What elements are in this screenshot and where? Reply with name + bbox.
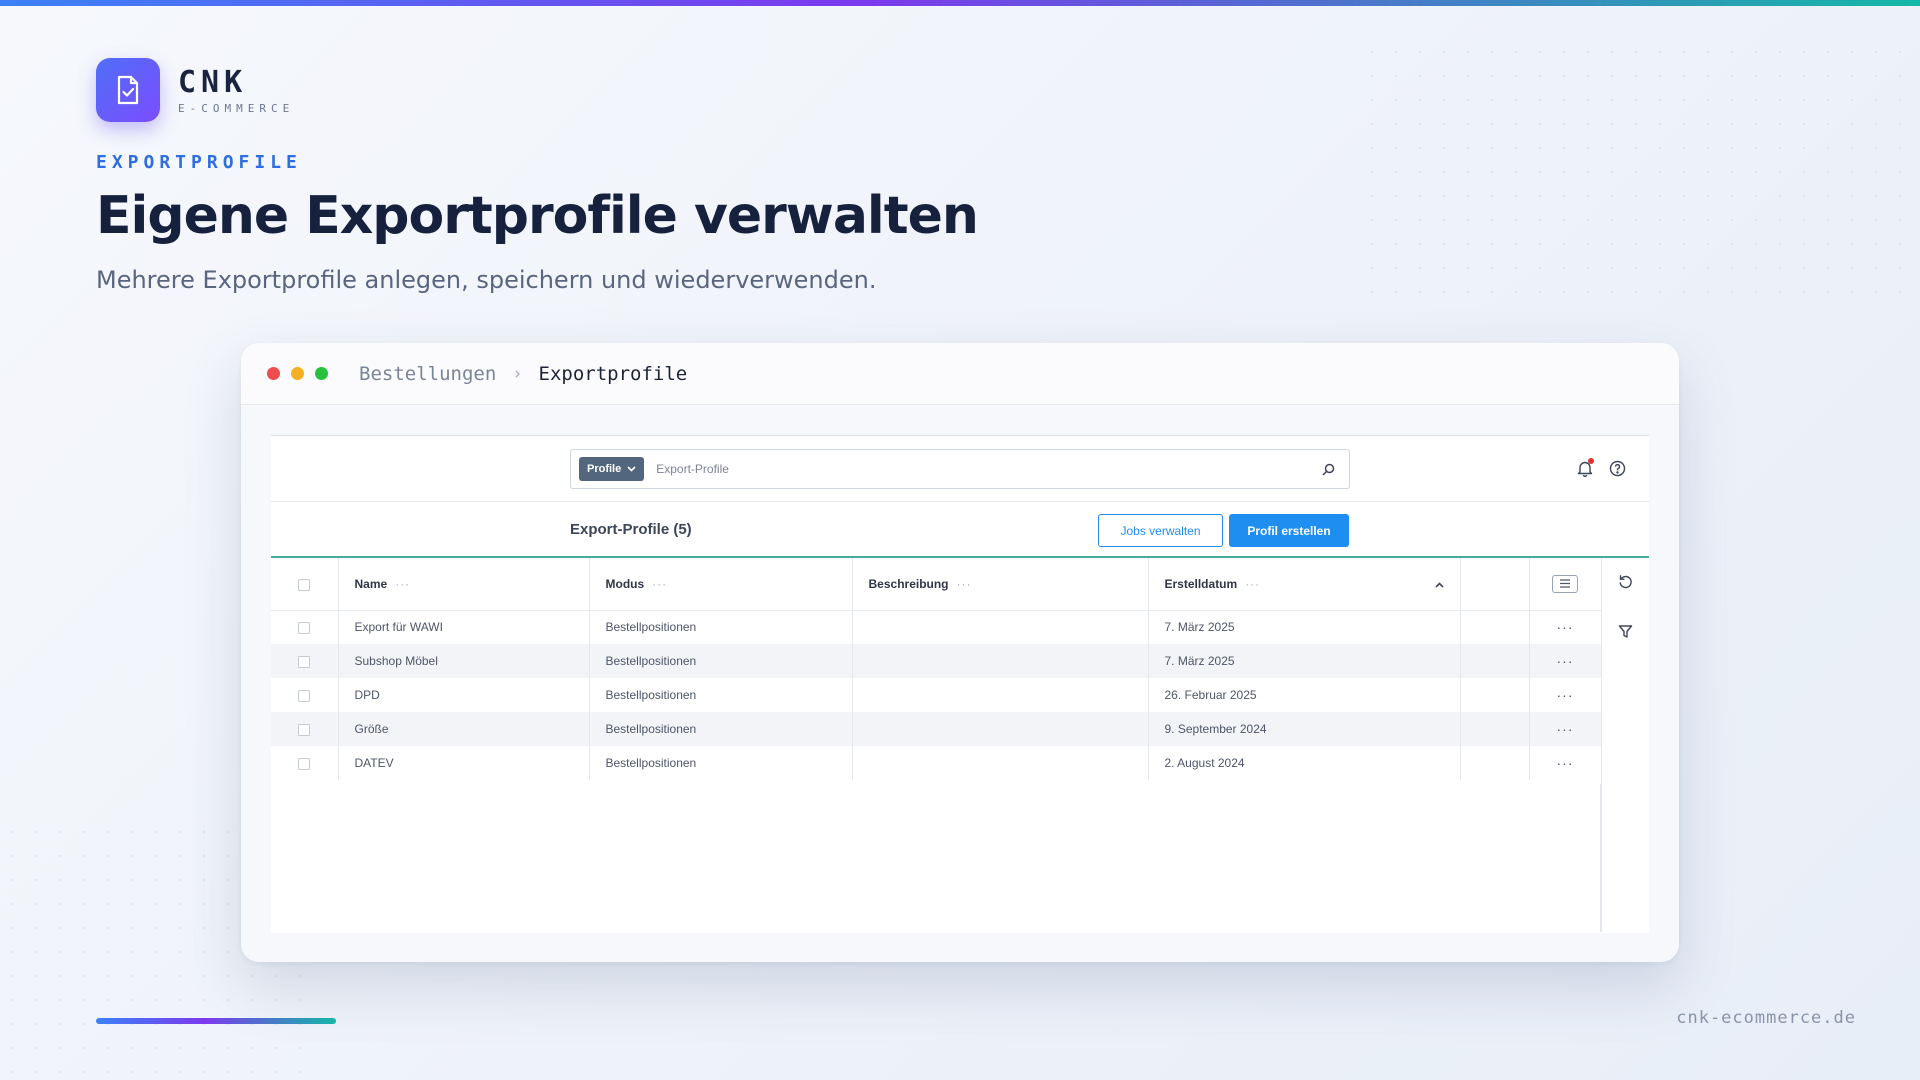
- manage-jobs-button[interactable]: Jobs verwalten: [1098, 514, 1223, 547]
- column-header-spacer: [1460, 558, 1530, 611]
- cell-mode: Bestellpositionen: [589, 610, 853, 644]
- app-topbar: Profile: [271, 436, 1649, 502]
- page-title: Eigene Exportprofile verwalten: [96, 186, 979, 246]
- table-header-row: Name ··· Modus ··· Beschreibung ··· Erstell…: [271, 558, 1602, 611]
- search-input[interactable]: [656, 462, 1313, 476]
- cell-created: 9. September 2024: [1148, 712, 1461, 746]
- column-settings-icon[interactable]: [1552, 574, 1578, 593]
- column-label: Modus: [605, 576, 645, 591]
- cell-mode: Bestellpositionen: [589, 678, 853, 712]
- brand-tagline: E-COMMERCE: [178, 101, 295, 115]
- table-row[interactable]: DPD Bestellpositionen 26. Februar 2025 ·…: [271, 678, 1602, 712]
- profiles-table: Name ··· Modus ··· Beschreibung ··· Erstell…: [271, 558, 1602, 780]
- row-actions-icon[interactable]: ···: [1557, 687, 1574, 703]
- cell-name: Export für WAWI: [338, 610, 590, 644]
- cell-mode: Bestellpositionen: [589, 644, 853, 678]
- list-title: Export-Profile (5): [570, 521, 692, 538]
- top-gradient-bar: [0, 0, 1920, 6]
- table-side-tools: [1601, 558, 1649, 932]
- cell-name: Größe: [338, 712, 590, 746]
- page-subtitle: Mehrere Exportprofile anlegen, speichern…: [96, 266, 877, 294]
- chevron-down-icon: [627, 466, 636, 472]
- column-label: Name: [354, 576, 388, 591]
- row-checkbox[interactable]: [298, 655, 311, 668]
- column-header-mode[interactable]: Modus ···: [589, 558, 853, 611]
- select-all-checkbox[interactable]: [298, 578, 311, 591]
- row-checkbox[interactable]: [298, 757, 311, 770]
- breadcrumb-current: Exportprofile: [538, 362, 688, 385]
- app-window: Bestellungen › Exportprofile Profile Exp…: [241, 343, 1679, 962]
- window-maximize-button[interactable]: [315, 367, 328, 380]
- cell-description: [852, 644, 1149, 678]
- section-eyebrow: EXPORTPROFILE: [96, 152, 302, 173]
- row-checkbox[interactable]: [298, 723, 311, 736]
- column-label: Beschreibung: [868, 576, 949, 591]
- column-options-icon[interactable]: ···: [395, 577, 410, 591]
- help-icon[interactable]: [1607, 458, 1627, 478]
- cell-description: [852, 678, 1149, 712]
- cell-description: [852, 610, 1149, 644]
- cell-created: 26. Februar 2025: [1148, 678, 1461, 712]
- window-close-button[interactable]: [267, 367, 280, 380]
- column-options-icon[interactable]: ···: [1245, 577, 1260, 591]
- row-actions-icon[interactable]: ···: [1557, 721, 1574, 737]
- cell-created: 2. August 2024: [1148, 746, 1461, 780]
- list-toolbar: Export-Profile (5) Jobs verwalten Profil…: [271, 502, 1649, 558]
- sort-ascending-icon[interactable]: [1434, 577, 1444, 591]
- column-header-created[interactable]: Erstelldatum ···: [1148, 558, 1461, 611]
- search-scope-label: Profile: [587, 463, 622, 475]
- column-options-icon[interactable]: ···: [957, 577, 972, 591]
- filter-icon[interactable]: [1618, 624, 1633, 644]
- cell-mode: Bestellpositionen: [589, 712, 853, 746]
- breadcrumb-parent[interactable]: Bestellungen: [359, 363, 496, 385]
- bell-icon[interactable]: [1575, 458, 1595, 478]
- column-settings-cell: [1529, 558, 1602, 611]
- cell-name: Subshop Möbel: [338, 644, 590, 678]
- row-actions-icon[interactable]: ···: [1557, 619, 1574, 635]
- column-options-icon[interactable]: ···: [652, 577, 667, 591]
- notification-badge: [1588, 458, 1594, 464]
- cell-created: 7. März 2025: [1148, 610, 1461, 644]
- column-header-name[interactable]: Name ···: [338, 558, 590, 611]
- footer-url[interactable]: cnk-ecommerce.de: [1676, 1008, 1856, 1028]
- cell-description: [852, 746, 1149, 780]
- search-bar: Profile: [570, 449, 1350, 489]
- row-actions-icon[interactable]: ···: [1557, 755, 1574, 771]
- profiles-table-area: Name ··· Modus ··· Beschreibung ··· Erstell…: [271, 558, 1649, 932]
- chevron-right-icon: ›: [512, 363, 523, 384]
- row-checkbox[interactable]: [298, 689, 311, 702]
- cell-created: 7. März 2025: [1148, 644, 1461, 678]
- table-row[interactable]: DATEV Bestellpositionen 2. August 2024 ·…: [271, 746, 1602, 780]
- breadcrumb: Bestellungen › Exportprofile: [359, 363, 687, 385]
- cell-name: DATEV: [338, 746, 590, 780]
- search-icon[interactable]: [1313, 454, 1343, 484]
- cell-description: [852, 712, 1149, 746]
- row-actions-icon[interactable]: ···: [1557, 653, 1574, 669]
- table-row[interactable]: Export für WAWI Bestellpositionen 7. Mär…: [271, 610, 1602, 644]
- row-checkbox[interactable]: [298, 622, 311, 635]
- admin-panel: Profile Export-Profile (5) Jo: [271, 435, 1649, 933]
- table-row[interactable]: Subshop Möbel Bestellpositionen 7. März …: [271, 644, 1602, 678]
- dot-pattern-decoration: [1360, 40, 1920, 300]
- window-minimize-button[interactable]: [291, 367, 304, 380]
- document-check-icon: [96, 58, 160, 122]
- column-label: Erstelldatum: [1164, 576, 1238, 591]
- brand-logo: CNK E-COMMERCE: [96, 58, 294, 122]
- table-row[interactable]: Größe Bestellpositionen 9. September 202…: [271, 712, 1602, 746]
- create-profile-button[interactable]: Profil erstellen: [1229, 514, 1349, 547]
- cell-mode: Bestellpositionen: [589, 746, 853, 780]
- brand-name: CNK: [178, 64, 248, 100]
- footer-accent-bar: [96, 1018, 336, 1024]
- window-titlebar: Bestellungen › Exportprofile: [241, 343, 1679, 405]
- refresh-icon[interactable]: [1618, 574, 1633, 594]
- search-scope-select[interactable]: Profile: [579, 457, 645, 481]
- column-header-description[interactable]: Beschreibung ···: [852, 558, 1149, 611]
- cell-name: DPD: [338, 678, 590, 712]
